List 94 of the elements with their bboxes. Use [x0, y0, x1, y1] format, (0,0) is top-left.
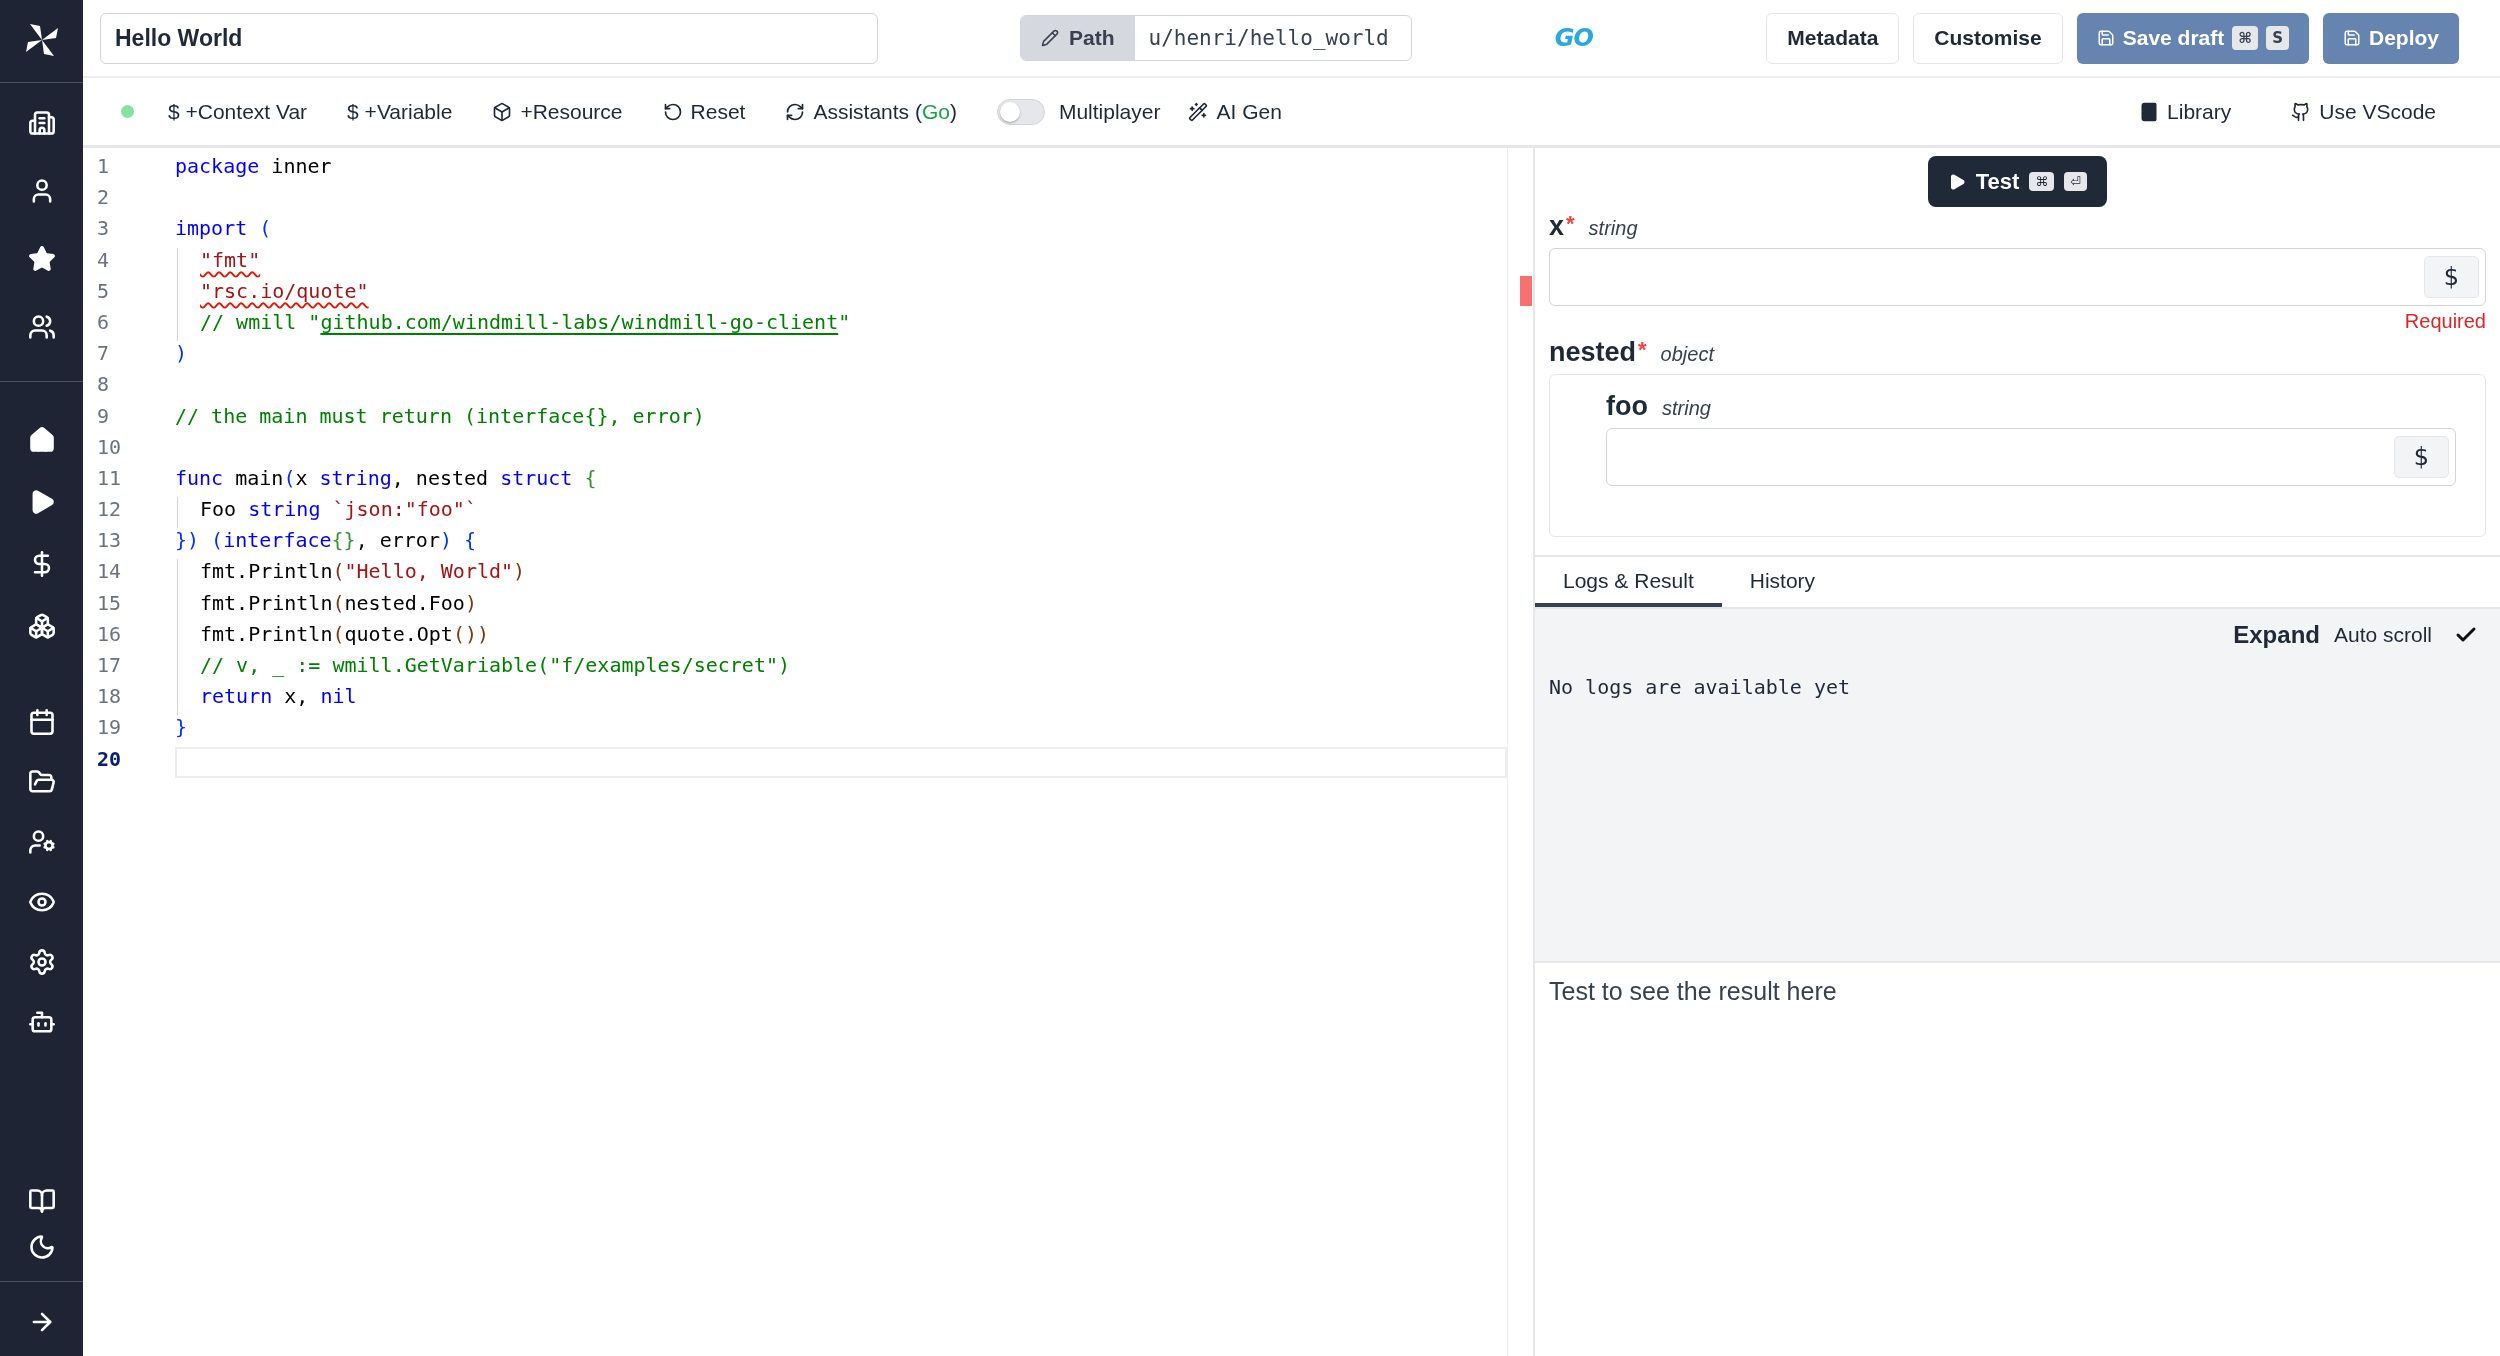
code-line: func main(x string, nested struct { [175, 465, 598, 492]
calendar-icon[interactable] [27, 708, 56, 736]
line-number: 18 [96, 684, 123, 711]
code-line: // wmill "github.com/windmill-labs/windmill-go-client" [175, 309, 1507, 342]
multiplayer-toggle[interactable] [996, 98, 1045, 125]
code-line: // v, _ := wmill.GetVariable("f/examples/secret") [175, 653, 1507, 685]
line-number: 6 [96, 309, 111, 336]
argument-type: string [1662, 397, 1711, 420]
cube-icon [492, 101, 513, 122]
variable-button[interactable]: $ [2424, 256, 2479, 298]
line-number: 16 [96, 621, 123, 648]
code-line: fmt.Println("Hello, World") [175, 559, 1507, 591]
toolbar-button[interactable]: $ +Context Var [168, 99, 308, 124]
code-line: }) (interface{}, error) { [175, 528, 478, 555]
path-field[interactable]: Path u/henri/hello_world [1020, 15, 1412, 61]
argument-name: nested* [1549, 337, 1647, 368]
title-field[interactable]: Hello World [100, 12, 878, 64]
save-icon [2096, 29, 2115, 47]
code-line: ) [175, 341, 189, 368]
shortcut-key: S [2266, 26, 2289, 50]
toolbar-button[interactable]: Use VScode [2291, 99, 2436, 124]
argument-input[interactable]: $ [1549, 248, 2486, 306]
settings-icon[interactable] [27, 948, 56, 976]
moon-icon[interactable] [27, 1233, 56, 1261]
argument-input[interactable]: $ [1606, 428, 2456, 486]
expand-button[interactable]: Expand [2233, 621, 2320, 649]
line-number: 15 [96, 590, 123, 617]
argument-type: string [1588, 217, 1638, 240]
code-line: return x, nil [175, 684, 1507, 716]
test-button[interactable]: Test ⌘ ⏎ [1927, 156, 2108, 207]
header-button[interactable]: Metadata [1766, 12, 1900, 64]
code-line: import ( [175, 216, 273, 243]
variable-button[interactable]: $ [2394, 436, 2449, 478]
tab[interactable]: History [1721, 559, 1844, 607]
home-icon[interactable] [27, 426, 56, 454]
code-line: fmt.Println(quote.Opt()) [175, 621, 1507, 653]
line-number: 5 [96, 278, 111, 305]
code-line: package inner [175, 154, 333, 180]
code-line: } [175, 715, 189, 742]
header-button[interactable]: Deploy [2323, 12, 2459, 64]
header-button[interactable]: Customise [1913, 12, 2063, 64]
shortcut-key: ⏎ [2064, 172, 2088, 191]
code-line: Foo string `json:"foo"` [175, 497, 1507, 529]
result-message: Test to see the result here [1548, 976, 1838, 1007]
line-number: 4 [96, 247, 111, 274]
star-icon[interactable] [27, 245, 56, 273]
folder-icon[interactable] [27, 768, 56, 796]
line-number: 20 [96, 746, 123, 773]
toolbar-button[interactable]: +Resource [492, 99, 623, 124]
error-marker [1520, 276, 1532, 306]
header-button[interactable]: Save draft ⌘ S [2076, 12, 2309, 64]
toolbar-button[interactable]: Reset [662, 99, 746, 124]
line-number: 14 [96, 559, 123, 586]
error-message: Required [2404, 310, 2486, 333]
undo-icon [662, 101, 683, 122]
shortcut-key: ⌘ [2029, 172, 2055, 191]
toolbar-button[interactable]: Assistants (Go) [785, 99, 957, 124]
toolbar-button[interactable]: AI Gen [1188, 99, 1282, 124]
toolbar-button[interactable]: Library [2139, 99, 2232, 124]
line-number: 3 [96, 216, 111, 243]
argument-name: x* [1549, 211, 1575, 242]
building-icon[interactable] [27, 109, 56, 137]
boxes-icon[interactable] [27, 612, 56, 640]
argument-name: foo [1606, 391, 1648, 422]
line-number: 9 [96, 403, 111, 430]
users-icon[interactable] [27, 313, 56, 341]
line-number: 8 [96, 372, 111, 399]
logs-message: No logs are available yet [1549, 675, 1852, 699]
code-line: fmt.Println(nested.Foo) [175, 590, 1507, 622]
shortcut-key: ⌘ [2232, 26, 2259, 50]
wand-icon [1188, 101, 1209, 122]
go-logo: GO [1554, 24, 1593, 52]
line-number: 11 [96, 465, 123, 492]
code-line: // the main must return (interface{}, error) [175, 403, 706, 430]
line-number: 17 [96, 653, 123, 679]
line-number: 13 [96, 528, 123, 555]
status-dot [121, 105, 134, 118]
line-number: 7 [96, 341, 111, 368]
refresh-icon [785, 101, 806, 122]
toggle-label: Multiplayer [1058, 99, 1161, 124]
code-line: "fmt" [175, 247, 1507, 279]
save-icon [2343, 29, 2361, 47]
line-number: 12 [96, 497, 123, 524]
robot-icon[interactable] [27, 1008, 56, 1036]
pencil-icon [1041, 29, 1059, 47]
line-number: 1 [96, 154, 111, 180]
auto-scroll-label: Auto scroll [2333, 623, 2432, 647]
argument-type: object [1660, 343, 1714, 366]
code-line: "rsc.io/quote" [175, 278, 1507, 310]
line-number: 19 [96, 715, 123, 742]
line-number: 10 [96, 434, 123, 461]
toolbar-button[interactable]: $ +Variable [347, 99, 453, 124]
line-number: 2 [96, 185, 111, 212]
user-gear-icon[interactable] [27, 828, 56, 856]
